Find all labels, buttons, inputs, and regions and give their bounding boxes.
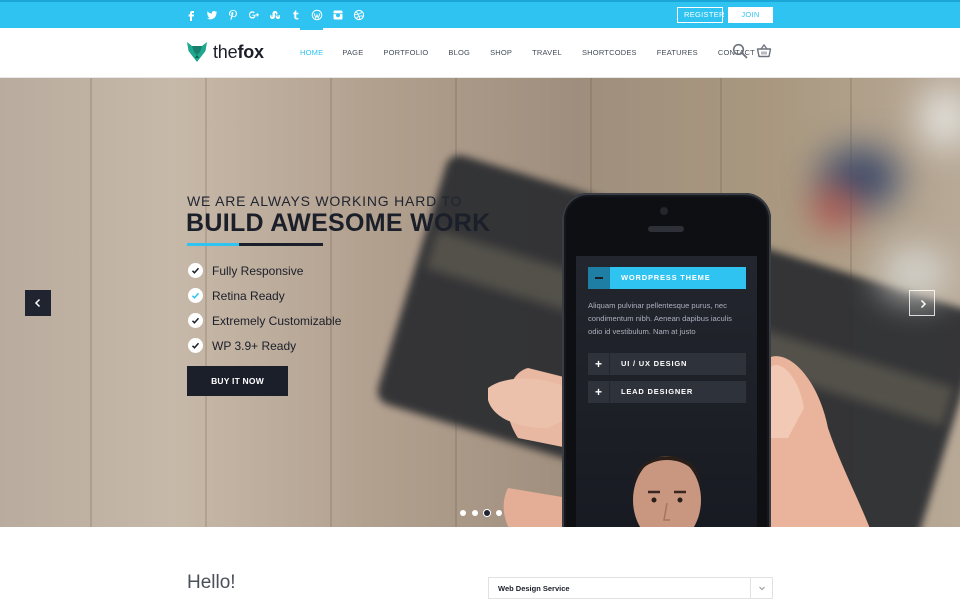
slider-pagination (460, 510, 502, 516)
phone-screen: WORDPRESS THEME Aliquam pulvinar pellent… (576, 256, 757, 527)
dribbble-icon[interactable] (353, 9, 365, 21)
slider-prev-button[interactable] (25, 290, 51, 316)
slider-dot[interactable] (460, 510, 466, 516)
search-icon[interactable] (732, 43, 748, 59)
main-nav: HOME PAGE PORTFOLIO BLOG SHOP TRAVEL SHO… (300, 28, 755, 78)
instagram-icon[interactable] (332, 9, 344, 21)
top-social-bar: REGISTER JOIN NOW (0, 0, 960, 33)
logo-text-light: the (213, 41, 238, 62)
accordion-label: LEAD DESIGNER (621, 387, 694, 396)
chevron-down-icon (750, 578, 772, 598)
slider-dot[interactable] (496, 510, 502, 516)
nav-home[interactable]: HOME (300, 28, 324, 78)
join-now-button[interactable]: JOIN NOW (728, 7, 773, 33)
smartphone-mockup: WORDPRESS THEME Aliquam pulvinar pellent… (562, 193, 771, 527)
nav-shop[interactable]: SHOP (490, 28, 512, 78)
feature-label: Extremely Customizable (212, 313, 342, 328)
feature-item: Extremely Customizable (188, 308, 341, 333)
hero-title: BUILD AWESOME WORK (186, 209, 491, 237)
site-header: thefox HOME PAGE PORTFOLIO BLOG SHOP TRA… (0, 28, 960, 78)
wordpress-icon[interactable] (311, 9, 323, 21)
slider-dot[interactable] (472, 510, 478, 516)
phone-camera (660, 207, 668, 215)
phone-speaker (648, 226, 684, 232)
social-links (185, 9, 365, 21)
portrait-photo (632, 456, 702, 527)
twitter-icon[interactable] (206, 9, 218, 21)
hero-underline (187, 243, 323, 246)
basket-icon[interactable] (756, 43, 772, 59)
nav-blog[interactable]: BLOG (448, 28, 470, 78)
fox-logo-icon (186, 41, 208, 63)
hero-slider: WORDPRESS THEME Aliquam pulvinar pellent… (0, 78, 960, 527)
hello-heading: Hello! (187, 572, 236, 593)
wood-plank-line (90, 78, 92, 527)
check-icon (188, 338, 203, 353)
feature-list: Fully Responsive Retina Ready Extremely … (188, 258, 341, 358)
wordpress-theme-label: WORDPRESS THEME (621, 273, 711, 282)
logo-text: thefox (213, 42, 264, 63)
accordion-label: UI / UX DESIGN (621, 359, 688, 368)
accordion-ui-ux-design[interactable]: + UI / UX DESIGN (588, 353, 746, 375)
feature-label: WP 3.9+ Ready (212, 338, 297, 353)
check-icon (188, 288, 203, 303)
blurred-keychain (815, 188, 855, 228)
nav-portfolio[interactable]: PORTFOLIO (383, 28, 428, 78)
hero-subtitle: WE ARE ALWAYS WORKING HARD TO (187, 193, 463, 209)
feature-item: Fully Responsive (188, 258, 341, 283)
wordpress-theme-badge[interactable]: WORDPRESS THEME (588, 267, 746, 289)
register-button[interactable]: REGISTER (677, 7, 724, 23)
chevron-left-icon (34, 298, 41, 308)
google-plus-icon[interactable] (248, 9, 260, 21)
buy-it-now-button[interactable]: BUY IT NOW (187, 366, 288, 396)
nav-page[interactable]: PAGE (342, 28, 363, 78)
pinterest-icon[interactable] (227, 9, 239, 21)
check-icon (188, 313, 203, 328)
logo-text-bold: fox (237, 41, 264, 62)
feature-item: Retina Ready (188, 283, 341, 308)
check-icon (188, 263, 203, 278)
plus-icon: + (588, 381, 610, 403)
nav-shortcodes[interactable]: SHORTCODES (582, 28, 637, 78)
blurred-object (920, 88, 960, 148)
slider-next-button[interactable] (909, 290, 935, 316)
service-select[interactable]: Web Design Service (488, 577, 773, 599)
tumblr-icon[interactable] (290, 9, 302, 21)
feature-item: WP 3.9+ Ready (188, 333, 341, 358)
phone-body-text: Aliquam pulvinar pellentesque purus, nec… (588, 301, 732, 336)
accordion-lead-designer[interactable]: + LEAD DESIGNER (588, 381, 746, 403)
chevron-right-icon (920, 299, 927, 309)
nav-travel[interactable]: TRAVEL (532, 28, 562, 78)
nav-features[interactable]: FEATURES (657, 28, 698, 78)
plus-icon: + (588, 353, 610, 375)
facebook-icon[interactable] (185, 9, 197, 21)
site-logo[interactable]: thefox (186, 41, 264, 63)
feature-label: Fully Responsive (212, 263, 304, 278)
minus-icon (588, 267, 610, 289)
slider-dot-active[interactable] (484, 510, 490, 516)
service-select-value: Web Design Service (498, 584, 570, 593)
feature-label: Retina Ready (212, 288, 285, 303)
stumbleupon-icon[interactable] (269, 9, 281, 21)
